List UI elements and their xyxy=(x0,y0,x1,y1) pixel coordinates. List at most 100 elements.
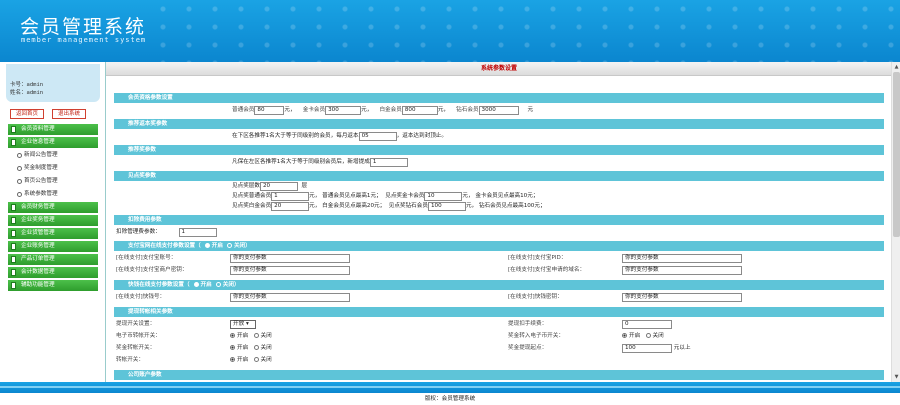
alipay-row-1-right: [在线支付]支付宝PID： 你的支付参数 xyxy=(508,254,742,263)
withdraw-switch-select[interactable]: 开放 ▾ xyxy=(230,320,256,329)
sidebar-menu-item[interactable]: 辅助功能管理 xyxy=(8,280,98,291)
sidebar-menu-item[interactable]: 会员财务管理 xyxy=(8,202,98,213)
menu-folder-icon xyxy=(11,204,16,211)
submenu-bullet-icon xyxy=(17,192,22,197)
menu-item-label: 辅助功能管理 xyxy=(21,282,55,288)
sidebar-submenu-item[interactable]: 首页公告管理 xyxy=(8,176,98,187)
kuaiqian-key-input[interactable]: 你的支付参数 xyxy=(622,293,742,302)
sidebar-buttons: 返回首页 退出系统 xyxy=(10,109,100,120)
bonus-to-ecoin-off-radio[interactable] xyxy=(645,333,651,338)
fee-row: 普通会员 80 元， 金卡会员 300 元， 白金会员 800 元， 钻石会员 3000 元 xyxy=(232,106,534,115)
withdraw-fee-input[interactable]: 0 xyxy=(622,320,672,329)
withdraw-row-3-right: 奖金提现起点： 100 元以上 xyxy=(508,344,691,353)
points-row-3: 见点奖白金会员 20 元， 白金会员见点最高20元； 见点奖钻石会员 100 元， 钻石… xyxy=(232,202,546,211)
section-kuaiqian-header: 快钱在线支付参数设置（ 开启 关闭） xyxy=(114,280,884,290)
sidebar-submenu-item[interactable]: 系统参数管理 xyxy=(8,189,98,200)
menu-item-label: 企业奖务管理 xyxy=(21,217,55,223)
scroll-down-icon[interactable]: ▼ xyxy=(893,373,900,381)
sidebar-menu-item[interactable]: 企业账务管理 xyxy=(8,241,98,252)
alipay-row-1-left: [在线支付]支付宝账号： 你的支付参数 xyxy=(116,254,350,263)
scroll-up-icon[interactable]: ▲ xyxy=(893,63,900,71)
menu-item-label: 系统参数管理 xyxy=(24,191,58,197)
transfer-on-radio[interactable] xyxy=(230,357,235,362)
withdraw-row-1-right: 提现扣手续费： 0 xyxy=(508,320,672,329)
points-levels-input[interactable]: 20 xyxy=(259,182,298,191)
sidebar: 卡号：admin 姓名：admin 返回首页 退出系统 会员资料管理 企业信息管理… xyxy=(0,62,105,382)
sidebar-menu-item[interactable]: 企业货管管理 xyxy=(8,228,98,239)
menu-item-label: 企业账务管理 xyxy=(21,243,55,249)
app-header: 会员管理系统 member management system xyxy=(0,0,900,62)
sidebar-submenu-item[interactable]: 奖金制度管理 xyxy=(8,163,98,174)
alipay-pid-input[interactable]: 你的支付参数 xyxy=(622,254,742,263)
logout-button[interactable]: 退出系统 xyxy=(52,109,86,119)
alipay-row-2-right: [在线支付]支付宝申请的域名： 你的支付参数 xyxy=(508,266,742,275)
main-title-bar: 系统参数设置 xyxy=(106,62,892,76)
recommend2-row: 凡保在左区各推荐1名大于等于同级别会员后，新增提成 1 xyxy=(232,158,408,167)
sidebar-menu-item[interactable]: 企业奖务管理 xyxy=(8,215,98,226)
deduct-row: 扣除管理费参数： 1 xyxy=(116,228,217,237)
fee-platinum-input[interactable]: 800 xyxy=(401,106,438,115)
app-subtitle: member management system xyxy=(21,36,147,44)
recommend-bonus-input[interactable]: 1 xyxy=(369,158,408,167)
points-gold-input[interactable]: 10 xyxy=(424,192,463,201)
menu-folder-icon xyxy=(11,230,16,237)
alipay-on-radio[interactable] xyxy=(204,243,210,248)
alipay-off-radio[interactable] xyxy=(226,243,232,248)
menu-item-label: 会员财务管理 xyxy=(21,204,55,210)
kuaiqian-on-radio[interactable] xyxy=(193,282,199,287)
menu-item-label: 企业信息管理 xyxy=(21,139,55,145)
menu-folder-icon xyxy=(11,256,16,263)
sidebar-submenu-item[interactable]: 新闻公告管理 xyxy=(8,150,98,161)
main-panel: 系统参数设置 会员资格参数设置 普通会员 80 元， 金卡会员 300 元， 白金会员 8… xyxy=(105,62,892,382)
vertical-scrollbar[interactable]: ▲ ▼ xyxy=(891,62,900,382)
section-fee-header: 会员资格参数设置 xyxy=(114,93,884,103)
scroll-thumb[interactable] xyxy=(893,72,900,237)
deduct-fee-input[interactable]: 1 xyxy=(178,228,217,237)
kuaiqian-row-right: [在线支付]快钱密钥： 你的支付参数 xyxy=(508,293,742,302)
bonus-to-ecoin-on-radio[interactable] xyxy=(622,333,627,338)
sidebar-menu: 会员资料管理 企业信息管理新闻公告管理 奖金制度管理首页公告管理 系统参数管理 会员财务… xyxy=(8,124,98,293)
alipay-account-input[interactable]: 你的支付参数 xyxy=(230,254,350,263)
menu-item-label: 首页公告管理 xyxy=(24,178,58,184)
fee-gold-input[interactable]: 300 xyxy=(325,106,362,115)
alipay-domain-input[interactable]: 你的支付参数 xyxy=(622,266,742,275)
settings-form: 会员资格参数设置 普通会员 80 元， 金卡会员 300 元， 白金会员 800 元， 钻石… xyxy=(114,91,884,382)
menu-folder-icon xyxy=(11,217,16,224)
menu-folder-icon xyxy=(11,139,16,146)
fee-diamond-input[interactable]: 3000 xyxy=(478,106,519,115)
points-normal-input[interactable]: 1 xyxy=(271,192,310,201)
points-diamond-input[interactable]: 100 xyxy=(427,202,466,211)
menu-item-label: 会计数据管理 xyxy=(21,269,55,275)
recommend-return-input[interactable]: 05 xyxy=(358,132,397,141)
bonus-transfer-on-radio[interactable] xyxy=(230,345,235,350)
recommend-row: 在下区各推荐1名大于等于同级别的会员，每月返本 05 ，返本达到封顶止。 xyxy=(232,132,447,141)
sidebar-menu-item[interactable]: 产品订单管理 xyxy=(8,254,98,265)
withdraw-row-4-left: 转帐开关： 开启 关闭 xyxy=(116,357,272,363)
app-title: 会员管理系统 xyxy=(20,16,147,38)
menu-folder-icon xyxy=(11,243,16,250)
fee-normal-input[interactable]: 80 xyxy=(254,106,285,115)
kuaiqian-number-input[interactable]: 你的支付参数 xyxy=(230,293,350,302)
transfer-off-radio[interactable] xyxy=(253,357,259,362)
alipay-key-input[interactable]: 你的支付参数 xyxy=(230,266,350,275)
page-title: 系统参数设置 xyxy=(480,65,517,72)
ecoin-transfer-off-radio[interactable] xyxy=(253,333,259,338)
points-platinum-input[interactable]: 20 xyxy=(271,202,310,211)
ecoin-transfer-on-radio[interactable] xyxy=(230,333,235,338)
withdraw-row-1-left: 提现开关设置： 开放 ▾ xyxy=(116,320,256,329)
sidebar-menu-item[interactable]: 会计数据管理 xyxy=(8,267,98,278)
section-withdraw-header: 提现转帐相关参数 xyxy=(114,307,884,317)
kuaiqian-off-radio[interactable] xyxy=(215,282,221,287)
submenu-bullet-icon xyxy=(17,166,22,171)
section-points-header: 见点奖参数 xyxy=(114,171,884,181)
home-button[interactable]: 返回首页 xyxy=(10,109,44,119)
menu-item-label: 会员资料管理 xyxy=(21,126,55,132)
section-company-account-header: 公司账户参数 xyxy=(114,370,884,380)
menu-folder-icon xyxy=(11,126,16,133)
sidebar-menu-item[interactable]: 会员资料管理 xyxy=(8,124,98,135)
user-card: 卡号：admin xyxy=(10,82,44,88)
menu-folder-icon xyxy=(11,282,16,289)
sidebar-menu-item[interactable]: 企业信息管理 xyxy=(8,137,98,148)
bonus-transfer-off-radio[interactable] xyxy=(253,345,259,350)
withdraw-min-input[interactable]: 100 xyxy=(622,344,672,353)
